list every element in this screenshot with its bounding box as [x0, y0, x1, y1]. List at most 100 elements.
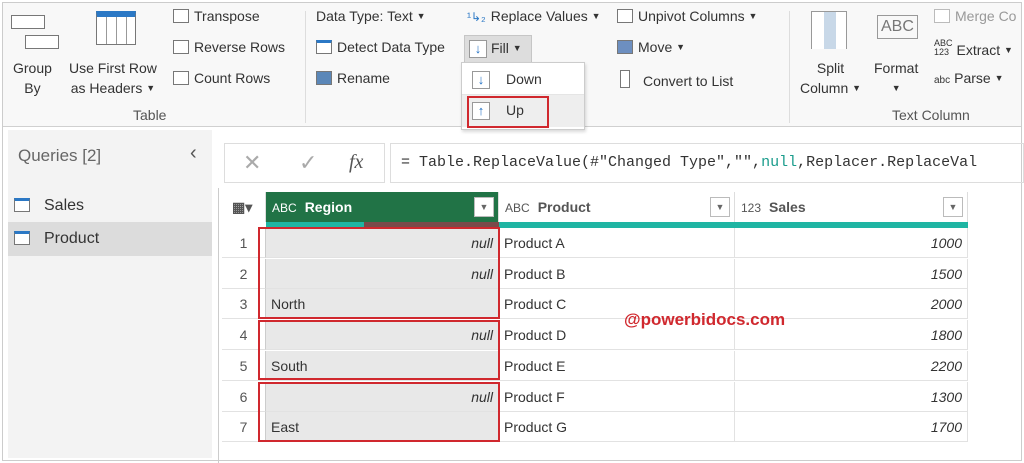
label: Count Rows	[194, 70, 271, 86]
count-rows-button[interactable]: Count Rows	[173, 70, 270, 86]
highlight-group-2	[258, 320, 500, 380]
table-menu-icon[interactable]: ▦▾	[222, 192, 266, 222]
transpose-button[interactable]: Transpose	[173, 8, 260, 24]
label: Merge Co	[955, 8, 1017, 24]
table-icon	[14, 231, 30, 245]
group-by-icon	[11, 15, 59, 49]
arrow-down-icon: ↓	[469, 40, 487, 58]
table-icon	[14, 198, 30, 212]
fill-down-item[interactable]: ↓ Down	[462, 63, 584, 95]
label: as Headers	[70, 80, 143, 96]
highlight-group-1	[258, 227, 500, 319]
highlight-group-3	[258, 382, 500, 442]
highlight-up	[467, 96, 549, 128]
count-rows-icon	[173, 71, 189, 85]
label: Region	[304, 199, 353, 215]
label: Column	[800, 80, 849, 96]
fx-icon[interactable]: fx	[349, 151, 363, 174]
list-icon	[620, 70, 630, 88]
extract-icon: ABC 123	[934, 38, 953, 57]
divider	[789, 11, 790, 123]
cell-sales[interactable]: 1700	[735, 412, 968, 443]
cell-sales[interactable]: 1000	[735, 228, 968, 258]
transpose-icon	[173, 9, 189, 23]
detect-type-icon	[316, 40, 332, 54]
format-button[interactable]: Format ▼	[874, 58, 918, 98]
arrow-down-icon: ↓	[472, 71, 490, 89]
cell-sales[interactable]: 1500	[735, 258, 968, 289]
format-icon: ABC	[877, 15, 918, 39]
label: Split	[816, 60, 845, 76]
group-label-table: Table	[133, 107, 167, 123]
label: Convert to List	[643, 73, 734, 89]
label: Rename	[337, 70, 390, 86]
column-header-sales[interactable]: 123 Sales ▼	[735, 192, 968, 222]
cell-sales[interactable]: 2200	[735, 350, 968, 381]
label: Replace Values	[490, 8, 588, 24]
detect-data-type-button[interactable]: Detect Data Type	[316, 39, 445, 55]
move-button[interactable]: Move ▼	[617, 39, 685, 55]
split-column-button[interactable]: Split Column ▼	[800, 58, 861, 98]
query-item-sales[interactable]: Sales	[8, 191, 212, 221]
formula-controls: ✕ ✓ fx	[224, 143, 385, 183]
formula-text: = Table.ReplaceValue(#"Changed Type","",	[401, 154, 762, 171]
label: Move	[638, 39, 673, 55]
rename-button[interactable]: Rename	[316, 70, 390, 86]
extract-button[interactable]: ABC 123 Extract ▼	[934, 38, 1013, 59]
convert-to-list-button[interactable]: Convert to List	[620, 70, 733, 89]
label: Fill	[491, 40, 509, 56]
replace-values-button[interactable]: ¹↳₂ Replace Values ▼	[467, 8, 601, 24]
rename-icon	[316, 71, 332, 85]
type-icon: ABC	[272, 201, 297, 215]
label: Product	[537, 199, 591, 215]
label: Detect Data Type	[337, 39, 445, 55]
formula-input[interactable]: = Table.ReplaceValue(#"Changed Type","",…	[390, 143, 1024, 183]
label: Product	[44, 230, 100, 247]
type-icon: ABC	[505, 201, 530, 215]
label: Transpose	[194, 8, 260, 24]
table-headers-icon	[96, 11, 136, 45]
group-label-text-column: Text Column	[892, 107, 970, 123]
cell-product[interactable]: Product G	[499, 412, 735, 443]
filter-dropdown-icon[interactable]: ▼	[474, 197, 494, 217]
confirm-icon[interactable]: ✓	[299, 150, 317, 176]
label: Down	[506, 71, 542, 87]
parse-icon: abc	[934, 75, 951, 86]
reverse-rows-button[interactable]: Reverse Rows	[173, 39, 285, 55]
reverse-rows-icon	[173, 40, 189, 54]
group-by-button[interactable]: Group By	[13, 58, 52, 98]
label: Extract	[956, 42, 1001, 58]
merge-columns-button[interactable]: Merge Co	[934, 8, 1016, 24]
label: Data Type: Text	[316, 8, 413, 24]
cell-product[interactable]: Product F	[499, 381, 735, 412]
move-icon	[617, 40, 633, 54]
label: Sales	[44, 197, 85, 214]
label: Unpivot Columns	[638, 8, 745, 24]
unpivot-icon	[617, 9, 633, 23]
queries-pane: Queries [2] ‹ Sales Product	[8, 130, 212, 458]
parse-button[interactable]: abc Parse ▼	[934, 70, 1004, 86]
column-header-product[interactable]: ABC Product ▼	[499, 192, 735, 222]
column-header-region[interactable]: ABC Region ▼	[266, 192, 499, 222]
cell-sales[interactable]: 1300	[735, 381, 968, 412]
cell-product[interactable]: Product A	[499, 228, 735, 258]
query-item-product[interactable]: Product	[8, 222, 212, 256]
filter-dropdown-icon[interactable]: ▼	[943, 197, 963, 217]
label: By	[24, 80, 41, 96]
data-type-dropdown[interactable]: Data Type: Text ▼	[316, 8, 426, 24]
merge-icon	[934, 9, 950, 23]
use-first-row-button[interactable]: Use First Row as Headers ▼	[69, 58, 157, 98]
filter-dropdown-icon[interactable]: ▼	[710, 197, 730, 217]
collapse-chevron-icon[interactable]: ‹	[190, 142, 197, 165]
cell-product[interactable]: Product B	[499, 258, 735, 289]
cell-product[interactable]: Product E	[499, 350, 735, 381]
unpivot-columns-button[interactable]: Unpivot Columns ▼	[617, 8, 757, 24]
cancel-icon[interactable]: ✕	[243, 150, 261, 176]
formula-text: ,Replacer.ReplaceVal	[797, 154, 978, 171]
queries-title: Queries [2]	[18, 146, 102, 165]
label: Group	[13, 60, 52, 76]
watermark: @powerbidocs.com	[624, 310, 786, 329]
fill-button[interactable]: ↓ Fill ▼	[464, 35, 532, 63]
label: Reverse Rows	[194, 39, 286, 55]
formula-keyword: null	[761, 154, 798, 171]
